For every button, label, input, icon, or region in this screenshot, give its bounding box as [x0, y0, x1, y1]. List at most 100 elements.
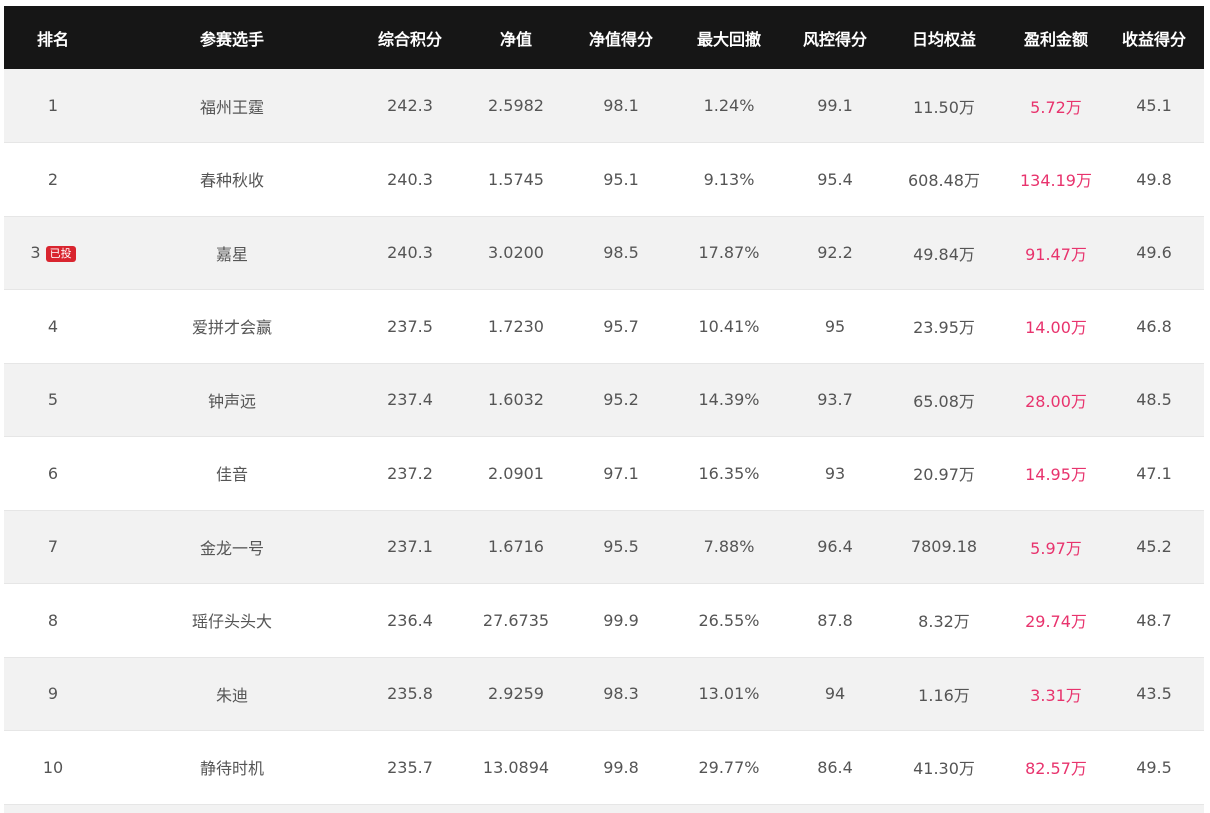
risk-score-cell: 87.8 — [790, 583, 880, 658]
table-row[interactable]: 6 佳音 237.2 2.0901 97.1 16.35% 93 20.97万 14.95万 47… — [4, 436, 1204, 511]
avg-equity-cell: 41.30万 — [880, 730, 1008, 805]
max-drawdown-cell: 17.87% — [668, 216, 790, 290]
avg-equity-cell: 1.16万 — [880, 657, 1008, 731]
rank-cell: 9 — [4, 657, 102, 731]
header-player: 参赛选手 — [199, 29, 264, 49]
table-row[interactable]: 1 福州王霆 242.3 2.5982 98.1 1.24% 99.1 11.50万 5.72万… — [4, 69, 1204, 143]
rank-number: 5 — [47, 390, 59, 410]
risk-score-cell: 86.4 — [790, 730, 880, 805]
nav-cell: 1.5745 — [458, 142, 574, 217]
table-row-partial — [4, 804, 1204, 813]
return-score-cell: 49.8 — [1104, 142, 1204, 217]
risk-score-cell: 99.1 — [790, 69, 880, 143]
avg-equity-cell: 11.50万 — [880, 69, 1008, 143]
header-row: 排名 参赛选手 综合积分 净值 净值得分 最大回撤 风控得分 日均权益 盈利金额… — [4, 6, 1204, 69]
header-nav: 净值 — [499, 29, 532, 49]
table-header: 排名 参赛选手 综合积分 净值 净值得分 最大回撤 风控得分 日均权益 盈利金额… — [4, 6, 1204, 69]
risk-score-cell: 93.7 — [790, 363, 880, 437]
player-name-cell[interactable]: 金龙一号 — [102, 510, 362, 584]
return-score-cell: 49.5 — [1104, 730, 1204, 805]
rank-cell: 10 — [4, 730, 102, 805]
header-score: 综合积分 — [377, 29, 442, 49]
table-row[interactable]: 2 春种秋收 240.3 1.5745 95.1 9.13% 95.4 608.48万 134.… — [4, 142, 1204, 217]
nav-score-cell: 95.7 — [574, 289, 668, 364]
table-row[interactable]: 3 已投 嘉星 240.3 3.0200 98.5 17.87% 92.2 49.84万 91.4… — [4, 216, 1204, 290]
table-row[interactable]: 4 爱拼才会赢 237.5 1.7230 95.7 10.41% 95 23.95万 14.00… — [4, 289, 1204, 364]
rank-number: 1 — [47, 96, 59, 115]
profit-amount-cell: 14.95万 — [1008, 436, 1104, 511]
score-cell: 240.3 — [362, 142, 458, 217]
max-drawdown-cell: 10.41% — [668, 289, 790, 364]
table-row[interactable]: 7 金龙一号 237.1 1.6716 95.5 7.88% 96.4 7809.18 5.97… — [4, 510, 1204, 584]
table-row[interactable]: 8 瑶仔头头大 236.4 27.6735 99.9 26.55% 87.8 8.32万 29.… — [4, 583, 1204, 658]
nav-score-cell: 97.1 — [574, 436, 668, 511]
return-score-cell: 48.5 — [1104, 363, 1204, 437]
table-row[interactable]: 9 朱迪 235.8 2.9259 98.3 13.01% 94 1.16万 3.31万 43.5 — [4, 657, 1204, 731]
rank-number: 6 — [47, 463, 59, 483]
nav-cell: 2.0901 — [458, 436, 574, 511]
rank-cell: 5 — [4, 363, 102, 437]
table-row[interactable]: 5 钟声远 237.4 1.6032 95.2 14.39% 93.7 65.08万 28.00… — [4, 363, 1204, 437]
risk-score-cell: 96.4 — [790, 510, 880, 584]
invested-badge: 已投 — [45, 246, 76, 263]
max-drawdown-cell: 1.24% — [668, 69, 790, 143]
player-name-cell[interactable]: 爱拼才会赢 — [102, 289, 362, 364]
score-cell: 237.4 — [362, 363, 458, 437]
player-name-cell[interactable]: 佳音 — [102, 436, 362, 511]
avg-equity-cell: 23.95万 — [880, 289, 1008, 364]
player-name-cell[interactable]: 静待时机 — [102, 730, 362, 805]
score-cell: 236.4 — [362, 583, 458, 658]
return-score-cell: 45.1 — [1104, 69, 1204, 143]
header-avg-equity: 日均权益 — [911, 29, 976, 49]
avg-equity-cell: 20.97万 — [880, 436, 1008, 511]
score-cell: 240.3 — [362, 216, 458, 290]
rank-number: 10 — [42, 757, 64, 777]
avg-equity-cell: 65.08万 — [880, 363, 1008, 437]
partial-row-cell — [4, 804, 1204, 813]
nav-score-cell: 95.2 — [574, 363, 668, 437]
nav-cell: 1.6716 — [458, 510, 574, 584]
nav-score-cell: 95.5 — [574, 510, 668, 584]
player-name-cell[interactable]: 瑶仔头头大 — [102, 583, 362, 658]
nav-score-cell: 98.1 — [574, 69, 668, 143]
profit-amount-cell: 28.00万 — [1008, 363, 1104, 437]
rank-number: 3 — [30, 243, 41, 263]
max-drawdown-cell: 16.35% — [668, 436, 790, 511]
rank-cell: 2 — [4, 142, 102, 217]
nav-score-cell: 99.8 — [574, 730, 668, 805]
header-max-drawdown: 最大回撤 — [696, 29, 761, 49]
max-drawdown-cell: 26.55% — [668, 583, 790, 658]
nav-cell: 2.9259 — [458, 657, 574, 731]
rank-number: 4 — [47, 316, 59, 336]
header-profit: 盈利金额 — [1023, 29, 1088, 49]
nav-cell: 2.5982 — [458, 69, 574, 143]
player-name-cell[interactable]: 春种秋收 — [102, 142, 362, 217]
rank-cell: 7 — [4, 510, 102, 584]
profit-amount-cell: 5.97万 — [1008, 510, 1104, 584]
return-score-cell: 46.8 — [1104, 289, 1204, 364]
score-cell: 235.7 — [362, 730, 458, 805]
header-nav-score: 净值得分 — [588, 29, 653, 49]
risk-score-cell: 92.2 — [790, 216, 880, 290]
score-cell: 235.8 — [362, 657, 458, 731]
player-name-cell[interactable]: 嘉星 — [102, 216, 362, 290]
rank-number: 2 — [47, 169, 59, 189]
return-score-cell: 48.7 — [1104, 583, 1204, 658]
return-score-cell: 45.2 — [1104, 510, 1204, 584]
ranking-table-container: 排名 参赛选手 综合积分 净值 净值得分 最大回撤 风控得分 日均权益 盈利金额… — [4, 6, 1204, 813]
score-cell: 237.2 — [362, 436, 458, 511]
risk-score-cell: 95 — [790, 289, 880, 364]
table-row[interactable]: 10 静待时机 235.7 13.0894 99.8 29.77% 86.4 41.30万 82… — [4, 730, 1204, 805]
profit-amount-cell: 3.31万 — [1008, 657, 1104, 731]
nav-score-cell: 99.9 — [574, 583, 668, 658]
rank-cell: 6 — [4, 436, 102, 511]
nav-score-cell: 98.3 — [574, 657, 668, 731]
player-name-cell[interactable]: 福州王霆 — [102, 69, 362, 143]
player-name-cell[interactable]: 朱迪 — [102, 657, 362, 731]
player-name-cell[interactable]: 钟声远 — [102, 363, 362, 437]
nav-cell: 1.6032 — [458, 363, 574, 437]
max-drawdown-cell: 9.13% — [668, 142, 790, 217]
rank-cell: 8 — [4, 583, 102, 658]
rank-cell: 1 — [4, 69, 102, 143]
profit-amount-cell: 134.19万 — [1008, 142, 1104, 217]
